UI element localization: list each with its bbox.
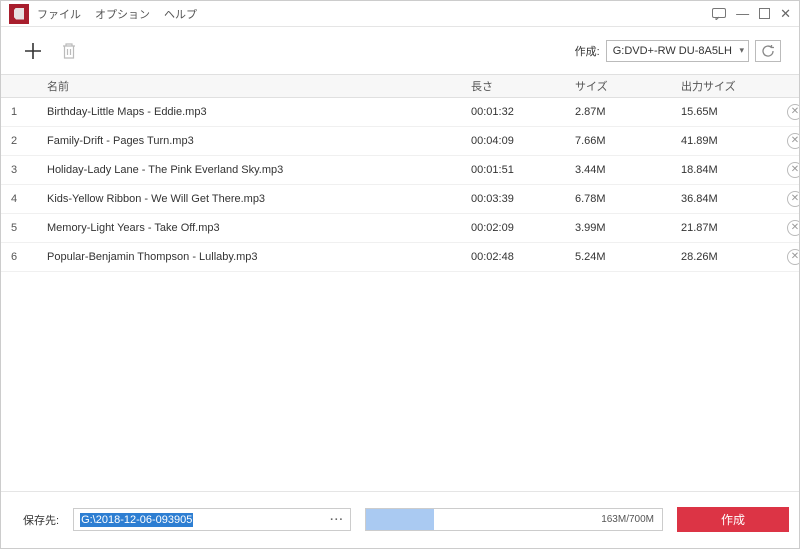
row-size: 5.24M: [575, 251, 681, 263]
save-path-input[interactable]: G:\2018-12-06-093905 ···: [73, 508, 351, 531]
row-name: Popular-Benjamin Thompson - Lullaby.mp3: [35, 251, 471, 263]
app-icon: [9, 4, 29, 24]
delete-icon[interactable]: ✕: [787, 249, 799, 265]
row-index: 4: [11, 193, 35, 205]
table-body: 1Birthday-Little Maps - Eddie.mp300:01:3…: [1, 98, 799, 491]
table-row[interactable]: 2Family-Drift - Pages Turn.mp300:04:097.…: [1, 127, 799, 156]
minimize-button[interactable]: —: [736, 6, 749, 21]
col-header-output[interactable]: 出力サイズ: [681, 78, 787, 94]
row-length: 00:02:09: [471, 222, 575, 234]
progress-text: 163M/700M: [601, 514, 654, 525]
row-length: 00:03:39: [471, 193, 575, 205]
row-size: 7.66M: [575, 135, 681, 147]
destination-label: 作成:: [575, 43, 600, 59]
create-button[interactable]: 作成: [677, 507, 789, 532]
table-header: 名前 長さ サイズ 出力サイズ: [1, 74, 799, 98]
save-label: 保存先:: [23, 512, 59, 528]
row-index: 1: [11, 106, 35, 118]
row-index: 2: [11, 135, 35, 147]
row-length: 00:01:51: [471, 164, 575, 176]
row-delete: ✕: [787, 220, 799, 236]
delete-icon[interactable]: ✕: [787, 162, 799, 178]
save-path-value: G:\2018-12-06-093905: [80, 513, 193, 527]
row-output: 18.84M: [681, 164, 787, 176]
progress-fill: [366, 509, 434, 530]
row-name: Kids-Yellow Ribbon - We Will Get There.m…: [35, 193, 471, 205]
col-header-size[interactable]: サイズ: [575, 78, 681, 94]
row-index: 3: [11, 164, 35, 176]
row-index: 5: [11, 222, 35, 234]
destination-value: G:DVD+-RW DU-8A5LH: [613, 45, 732, 57]
titlebar: ファイル オプション ヘルプ — ✕: [1, 1, 799, 26]
row-size: 2.87M: [575, 106, 681, 118]
delete-icon[interactable]: ✕: [787, 133, 799, 149]
row-output: 21.87M: [681, 222, 787, 234]
col-header-name[interactable]: 名前: [35, 78, 471, 94]
table-row[interactable]: 5Memory-Light Years - Take Off.mp300:02:…: [1, 214, 799, 243]
close-button[interactable]: ✕: [780, 6, 791, 22]
row-name: Memory-Light Years - Take Off.mp3: [35, 222, 471, 234]
row-name: Family-Drift - Pages Turn.mp3: [35, 135, 471, 147]
table-row[interactable]: 4Kids-Yellow Ribbon - We Will Get There.…: [1, 185, 799, 214]
footer: 保存先: G:\2018-12-06-093905 ··· 163M/700M …: [1, 491, 799, 547]
row-output: 28.26M: [681, 251, 787, 263]
delete-icon[interactable]: ✕: [787, 104, 799, 120]
delete-icon[interactable]: ✕: [787, 191, 799, 207]
feedback-icon[interactable]: [712, 8, 726, 20]
capacity-progress: 163M/700M: [365, 508, 663, 531]
row-index: 6: [11, 251, 35, 263]
row-output: 15.65M: [681, 106, 787, 118]
row-size: 6.78M: [575, 193, 681, 205]
main-menu: ファイル オプション ヘルプ: [37, 6, 712, 22]
maximize-button[interactable]: [759, 8, 770, 19]
add-button[interactable]: [19, 37, 47, 65]
row-delete: ✕: [787, 162, 799, 178]
row-output: 36.84M: [681, 193, 787, 205]
row-length: 00:01:32: [471, 106, 575, 118]
delete-icon[interactable]: ✕: [787, 220, 799, 236]
table-row[interactable]: 1Birthday-Little Maps - Eddie.mp300:01:3…: [1, 98, 799, 127]
destination-select[interactable]: G:DVD+-RW DU-8A5LH: [606, 40, 749, 62]
toolbar-right: 作成: G:DVD+-RW DU-8A5LH: [575, 40, 781, 62]
menu-file[interactable]: ファイル: [37, 6, 81, 22]
row-name: Birthday-Little Maps - Eddie.mp3: [35, 106, 471, 118]
refresh-button[interactable]: [755, 40, 781, 62]
row-length: 00:02:48: [471, 251, 575, 263]
trash-button[interactable]: [55, 37, 83, 65]
window-controls: — ✕: [712, 6, 791, 22]
row-name: Holiday-Lady Lane - The Pink Everland Sk…: [35, 164, 471, 176]
row-delete: ✕: [787, 104, 799, 120]
row-delete: ✕: [787, 249, 799, 265]
row-delete: ✕: [787, 191, 799, 207]
row-size: 3.44M: [575, 164, 681, 176]
menu-options[interactable]: オプション: [95, 6, 150, 22]
row-size: 3.99M: [575, 222, 681, 234]
menu-help[interactable]: ヘルプ: [164, 6, 197, 22]
row-length: 00:04:09: [471, 135, 575, 147]
toolbar: 作成: G:DVD+-RW DU-8A5LH: [1, 26, 799, 74]
table-row[interactable]: 3Holiday-Lady Lane - The Pink Everland S…: [1, 156, 799, 185]
row-output: 41.89M: [681, 135, 787, 147]
col-header-length[interactable]: 長さ: [471, 78, 575, 94]
row-delete: ✕: [787, 133, 799, 149]
table-row[interactable]: 6Popular-Benjamin Thompson - Lullaby.mp3…: [1, 243, 799, 272]
browse-button[interactable]: ···: [330, 514, 344, 526]
